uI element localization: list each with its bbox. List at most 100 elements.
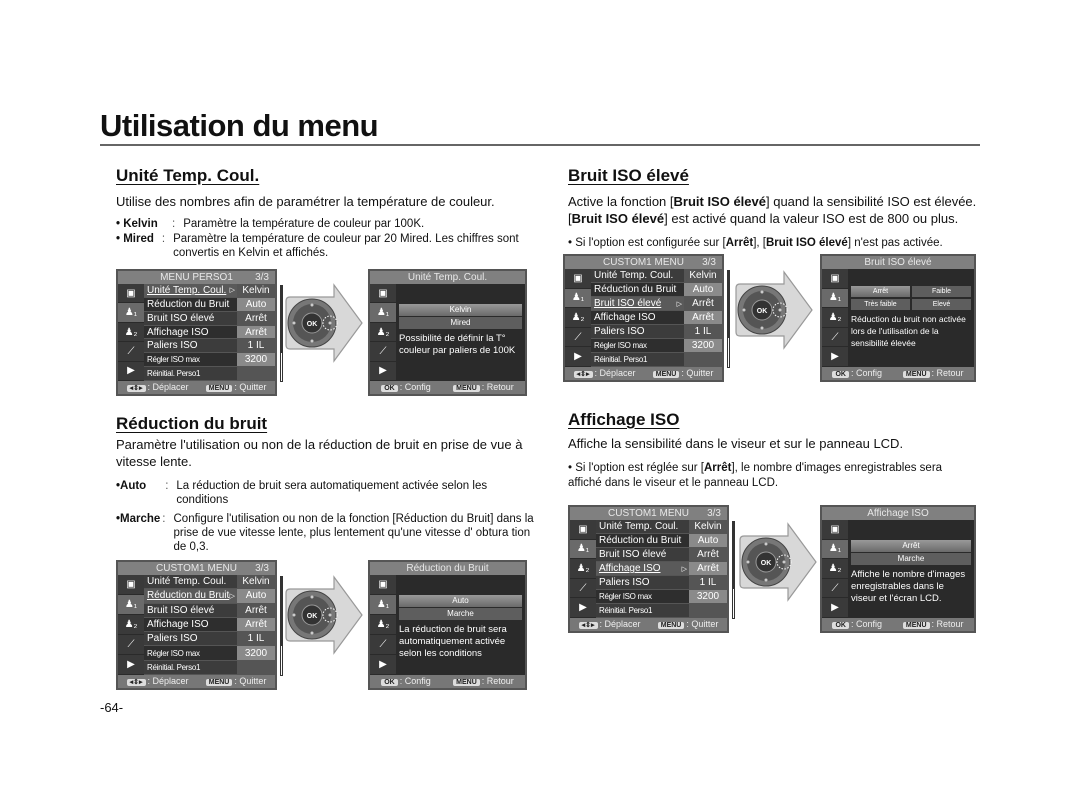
menu-row[interactable]: Réinitial. Perso1: [591, 353, 722, 367]
menu-row[interactable]: Affichage ISO Arrêt: [144, 617, 275, 633]
wrench-icon[interactable]: ⟋: [118, 342, 144, 362]
play-icon[interactable]: ▶: [822, 598, 848, 618]
custom2-icon[interactable]: ♟₂: [570, 559, 596, 579]
option-item[interactable]: Faible: [912, 286, 971, 297]
bullet-item: • Mired : Paramètre la température de co…: [116, 232, 546, 260]
custom2-icon[interactable]: ♟₂: [370, 615, 396, 635]
play-icon[interactable]: ▶: [118, 655, 144, 675]
section-lead: Utilise des nombres afin de paramétrer l…: [116, 194, 495, 209]
wrench-icon[interactable]: ⟋: [370, 635, 396, 655]
custom1-icon[interactable]: ♟₁: [370, 303, 396, 323]
menu-row[interactable]: Paliers ISO 1 IL: [596, 576, 727, 590]
menu-row[interactable]: Unité Temp. Coul. Kelvin: [591, 269, 722, 283]
menu-scrollbar[interactable]: [727, 270, 730, 368]
wrench-icon[interactable]: ⟋: [822, 579, 848, 599]
section-heading: Réduction du bruit: [116, 414, 268, 433]
option-item[interactable]: Marche: [851, 553, 971, 565]
menu-row[interactable]: Paliers ISO 1 IL: [591, 325, 722, 339]
option-item[interactable]: Très faible: [851, 299, 910, 310]
menu-row[interactable]: Paliers ISO 1 IL: [144, 632, 275, 647]
camera-icon[interactable]: ▣: [565, 269, 591, 289]
menu-row[interactable]: Réinitial. Perso1: [596, 604, 727, 618]
menu-row[interactable]: Unité Temp. Coul. Kelvin: [596, 520, 727, 534]
wrench-icon[interactable]: ⟋: [822, 328, 848, 348]
custom1-icon[interactable]: ♟₁: [565, 288, 591, 309]
custom1-icon[interactable]: ♟₁: [822, 288, 848, 309]
footer-move: ◂⇕▸: Déplacer: [126, 381, 189, 394]
wrench-icon[interactable]: ⟋: [118, 635, 144, 655]
menu-row-value: 1 IL: [237, 339, 275, 353]
menu-row[interactable]: Régler ISO max 3200: [596, 590, 727, 604]
menu-row[interactable]: Réinitial. Perso1: [144, 660, 275, 675]
option-area: Arrêt Marche Affiche le nombre d'images en…: [848, 520, 974, 618]
menu-tab-column: ▣ ♟₁ ♟₂ ⟋ ▶: [822, 269, 848, 367]
footer-back: MENU: Retour: [453, 381, 514, 394]
menu-row[interactable]: Bruit ISO élevé Arrêt: [144, 603, 275, 618]
custom2-icon[interactable]: ♟₂: [118, 615, 144, 635]
menu-row[interactable]: Unité Temp. Coul. Kelvin: [144, 575, 275, 590]
menu-row[interactable]: Régler ISO max 3200: [144, 353, 275, 368]
option-item[interactable]: Auto: [399, 595, 522, 607]
wrench-icon[interactable]: ⟋: [570, 579, 596, 599]
menu-row[interactable]: Paliers ISO 1 IL: [144, 339, 275, 354]
wrench-icon[interactable]: ⟋: [565, 328, 591, 348]
menu-row-label: Réinitial. Perso1: [147, 369, 201, 379]
custom2-icon[interactable]: ♟₂: [822, 308, 848, 328]
camera-icon[interactable]: ▣: [370, 575, 396, 595]
menu-row[interactable]: Affichage ISO Arrêt: [144, 325, 275, 340]
camera-icon[interactable]: ▣: [118, 284, 144, 304]
menu-scrollbar[interactable]: [732, 521, 735, 619]
menu-row-value: Arrêt: [684, 297, 722, 310]
custom1-icon[interactable]: ♟₁: [570, 539, 596, 560]
option-footer: OK: Config MENU: Retour: [370, 675, 525, 688]
custom2-icon[interactable]: ♟₂: [565, 308, 591, 328]
menu-row[interactable]: Régler ISO max 3200: [591, 339, 722, 353]
menu-row-value: Auto: [689, 534, 727, 547]
menu-row[interactable]: Bruit ISO élevé ▷ Arrêt: [591, 297, 722, 311]
play-icon[interactable]: ▶: [822, 347, 848, 367]
wrench-icon[interactable]: ⟋: [370, 342, 396, 362]
play-icon[interactable]: ▶: [370, 655, 396, 675]
menu-row[interactable]: Affichage ISO Arrêt: [591, 311, 722, 325]
custom2-icon[interactable]: ♟₂: [370, 323, 396, 343]
option-item[interactable]: Mired: [399, 317, 522, 329]
menu-row[interactable]: Réduction du Bruit ▷ Auto: [144, 589, 275, 604]
menu-row[interactable]: Affichage ISO ▷ Arrêt: [596, 562, 727, 576]
option-item[interactable]: Marche: [399, 608, 522, 620]
camera-icon[interactable]: ▣: [570, 520, 596, 540]
menu-row[interactable]: Unité Temp. Coul. ▷ Kelvin: [144, 284, 275, 298]
camera-icon[interactable]: ▣: [822, 269, 848, 289]
option-item[interactable]: Kelvin: [399, 304, 522, 316]
option-screen-title: Affichage ISO: [822, 507, 974, 520]
ok-key-icon: OK: [381, 679, 398, 686]
menu-row[interactable]: Réduction du Bruit Auto: [596, 534, 727, 548]
camera-icon[interactable]: ▣: [118, 575, 144, 595]
play-icon[interactable]: ▶: [370, 362, 396, 382]
custom2-icon[interactable]: ♟₂: [822, 559, 848, 579]
menu-row[interactable]: Bruit ISO élevé Arrêt: [596, 548, 727, 562]
menu-row[interactable]: Réinitial. Perso1: [144, 367, 275, 382]
custom1-icon[interactable]: ♟₁: [370, 595, 396, 615]
menu-row-value: Arrêt: [237, 325, 275, 339]
menu-key-icon: MENU: [657, 622, 685, 629]
option-item[interactable]: Arrêt: [851, 286, 910, 297]
menu-row[interactable]: Bruit ISO élevé Arrêt: [144, 311, 275, 326]
custom1-icon[interactable]: ♟₁: [118, 303, 144, 323]
custom1-icon[interactable]: ♟₁: [822, 539, 848, 560]
play-icon[interactable]: ▶: [118, 362, 144, 382]
bullet-item: •Marche : Configure l'utilisation ou non…: [116, 512, 536, 554]
custom1-icon[interactable]: ♟₁: [118, 595, 144, 615]
camera-icon[interactable]: ▣: [370, 284, 396, 304]
menu-header: CUSTOM1 MENU 3/3: [565, 256, 722, 269]
play-icon[interactable]: ▶: [565, 347, 591, 367]
footer-back-label: : Retour: [931, 368, 964, 378]
camera-icon[interactable]: ▣: [822, 520, 848, 540]
custom2-icon[interactable]: ♟₂: [118, 323, 144, 343]
menu-row[interactable]: Réduction du Bruit Auto: [591, 283, 722, 297]
option-item[interactable]: Elevé: [912, 299, 971, 310]
menu-row[interactable]: Régler ISO max 3200: [144, 646, 275, 661]
bullet-key: •Auto: [116, 480, 147, 492]
option-item[interactable]: Arrêt: [851, 540, 971, 552]
play-icon[interactable]: ▶: [570, 598, 596, 618]
menu-row[interactable]: Réduction du Bruit Auto: [144, 297, 275, 312]
